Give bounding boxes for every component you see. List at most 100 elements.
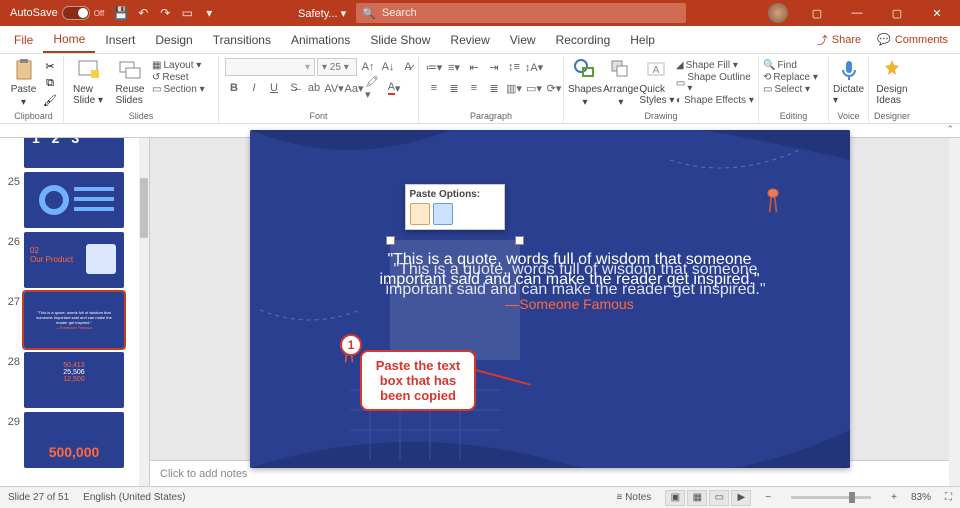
strikethrough-icon[interactable]: S̶ [285, 79, 303, 97]
tab-review[interactable]: Review [440, 26, 499, 53]
slide-thumbnail-27[interactable]: 27 "This is a quote, words full of wisdo… [0, 292, 140, 348]
language-status[interactable]: English (United States) [83, 492, 185, 503]
user-avatar[interactable] [768, 3, 788, 23]
bullets-icon[interactable]: ≔▾ [425, 58, 443, 76]
shape-outline-button[interactable]: ▭ Shape Outline ▾ [676, 72, 754, 94]
reset-button[interactable]: ↺ Reset [152, 72, 205, 83]
notes-toggle[interactable]: ≡ Notes [617, 492, 652, 503]
quote-text-box[interactable]: "This is a quote, words full of wisdom t… [370, 250, 770, 312]
layout-button[interactable]: ▦ Layout ▾ [152, 60, 205, 71]
font-size-combo[interactable]: ▾ 25 ▾ [317, 58, 357, 76]
format-painter-icon[interactable]: 🖌 [41, 92, 59, 108]
paste-options-popup[interactable]: Paste Options: [405, 184, 505, 230]
zoom-in-icon[interactable]: + [891, 492, 897, 503]
tab-design[interactable]: Design [145, 26, 202, 53]
tab-view[interactable]: View [500, 26, 546, 53]
thumbnail-scrollbar[interactable] [139, 138, 149, 486]
tab-insert[interactable]: Insert [95, 26, 145, 53]
normal-view-icon[interactable]: ▣ [665, 490, 685, 506]
select-button[interactable]: ▭ Select ▾ [763, 84, 818, 95]
underline-icon[interactable]: U [265, 79, 283, 97]
fit-to-window-icon[interactable]: ⛶ [945, 492, 952, 503]
toggle-switch[interactable] [62, 6, 90, 20]
redo-icon[interactable]: ↷ [156, 4, 174, 22]
quick-styles-button[interactable]: A Quick Styles ▾ [640, 58, 674, 106]
shapes-button[interactable]: Shapes▾ [568, 58, 602, 108]
tab-animations[interactable]: Animations [281, 26, 360, 53]
indent-increase-icon[interactable]: ⇥ [485, 58, 503, 76]
change-case-icon[interactable]: Aa▾ [345, 79, 363, 97]
tab-slideshow[interactable]: Slide Show [360, 26, 440, 53]
italic-icon[interactable]: I [245, 79, 263, 97]
section-button[interactable]: ▭ Section ▾ [152, 84, 205, 95]
align-text-icon[interactable]: ▭▾ [525, 79, 543, 97]
align-left-icon[interactable]: ≡ [425, 79, 443, 97]
shadow-icon[interactable]: ab [305, 79, 323, 97]
reuse-slides-button[interactable]: Reuse Slides [110, 58, 150, 106]
align-center-icon[interactable]: ≣ [445, 79, 463, 97]
font-family-combo[interactable]: ▾ [225, 58, 315, 76]
tab-recording[interactable]: Recording [546, 26, 621, 53]
design-ideas-button[interactable]: Design Ideas [873, 58, 911, 106]
reading-view-icon[interactable]: ▭ [709, 490, 729, 506]
slideshow-start-icon[interactable]: ▭ [178, 4, 196, 22]
smartart-convert-icon[interactable]: ⟳▾ [545, 79, 563, 97]
slide-thumbnail-28[interactable]: 28 50,41325,50612,500 [0, 352, 140, 408]
undo-icon[interactable]: ↶ [134, 4, 152, 22]
decrease-font-icon[interactable]: A↓ [379, 58, 397, 76]
tab-help[interactable]: Help [620, 26, 665, 53]
indent-decrease-icon[interactable]: ⇤ [465, 58, 483, 76]
numbering-icon[interactable]: ≡▾ [445, 58, 463, 76]
ribbon-mode-icon[interactable]: ▢ [798, 0, 836, 26]
slide-canvas[interactable]: "This is a quote, words full of wisdom t… [250, 130, 850, 468]
slide-thumbnail-25[interactable]: 25 [0, 172, 140, 228]
arrange-button[interactable]: Arrange▾ [604, 58, 638, 108]
tab-file[interactable]: File [4, 26, 43, 53]
text-direction-icon[interactable]: ↕A▾ [525, 58, 543, 76]
minimize-button[interactable]: — [838, 0, 876, 26]
char-spacing-icon[interactable]: AV▾ [325, 79, 343, 97]
zoom-out-icon[interactable]: − [765, 492, 771, 503]
maximize-button[interactable]: ▢ [878, 0, 916, 26]
paste-keep-source-icon[interactable] [410, 203, 430, 225]
slideshow-view-icon[interactable]: ▶ [731, 490, 751, 506]
highlight-icon[interactable]: 🖍▾ [365, 79, 383, 97]
sorter-view-icon[interactable]: ▦ [687, 490, 707, 506]
zoom-level[interactable]: 83% [911, 492, 931, 503]
comments-button[interactable]: 💬 Comments [869, 26, 956, 53]
document-name[interactable]: Safety... ▾ [294, 5, 350, 22]
close-button[interactable]: ✕ [918, 0, 956, 26]
line-spacing-icon[interactable]: ↕≡ [505, 58, 523, 76]
paste-button[interactable]: Paste▾ [8, 58, 39, 108]
paste-picture-icon[interactable] [433, 203, 453, 225]
replace-button[interactable]: ⟲ Replace ▾ [763, 72, 818, 83]
tab-home[interactable]: Home [43, 26, 95, 53]
increase-font-icon[interactable]: A↑ [359, 58, 377, 76]
slide-thumbnail-29[interactable]: 29 500,000 [0, 412, 140, 468]
thumbnail-panel[interactable]: 1 2 3 25 26 02Our Product 27 "This is a … [0, 138, 150, 486]
shape-effects-button[interactable]: ◐ Shape Effects ▾ [676, 95, 754, 106]
canvas-scrollbar[interactable] [949, 138, 960, 486]
columns-icon[interactable]: ▥▾ [505, 79, 523, 97]
zoom-slider[interactable] [791, 496, 871, 499]
dictate-button[interactable]: Dictate ▾ [833, 58, 864, 106]
font-color-icon[interactable]: A▾ [385, 79, 403, 97]
justify-icon[interactable]: ≣ [485, 79, 503, 97]
copy-icon[interactable]: ⧉ [41, 75, 59, 91]
search-input[interactable]: 🔍 Search [356, 3, 686, 23]
bold-icon[interactable]: B [225, 79, 243, 97]
save-icon[interactable]: 💾 [112, 4, 130, 22]
qat-dropdown-icon[interactable]: ▾ [200, 4, 218, 22]
find-button[interactable]: 🔍 Find [763, 60, 818, 71]
clear-format-icon[interactable]: A̷ [399, 58, 417, 76]
slide-thumbnail-24[interactable]: 1 2 3 [0, 138, 140, 168]
tab-transitions[interactable]: Transitions [203, 26, 281, 53]
share-button[interactable]: ⤴ Share [809, 26, 869, 53]
slide-thumbnail-26[interactable]: 26 02Our Product [0, 232, 140, 288]
slide-stage[interactable]: "This is a quote, words full of wisdom t… [150, 138, 949, 460]
align-right-icon[interactable]: ≡ [465, 79, 483, 97]
new-slide-button[interactable]: New Slide ▾ [68, 58, 108, 106]
shape-fill-button[interactable]: ◢ Shape Fill ▾ [676, 60, 754, 71]
cut-icon[interactable]: ✂ [41, 58, 59, 74]
autosave-toggle[interactable]: AutoSave Off [4, 6, 110, 20]
